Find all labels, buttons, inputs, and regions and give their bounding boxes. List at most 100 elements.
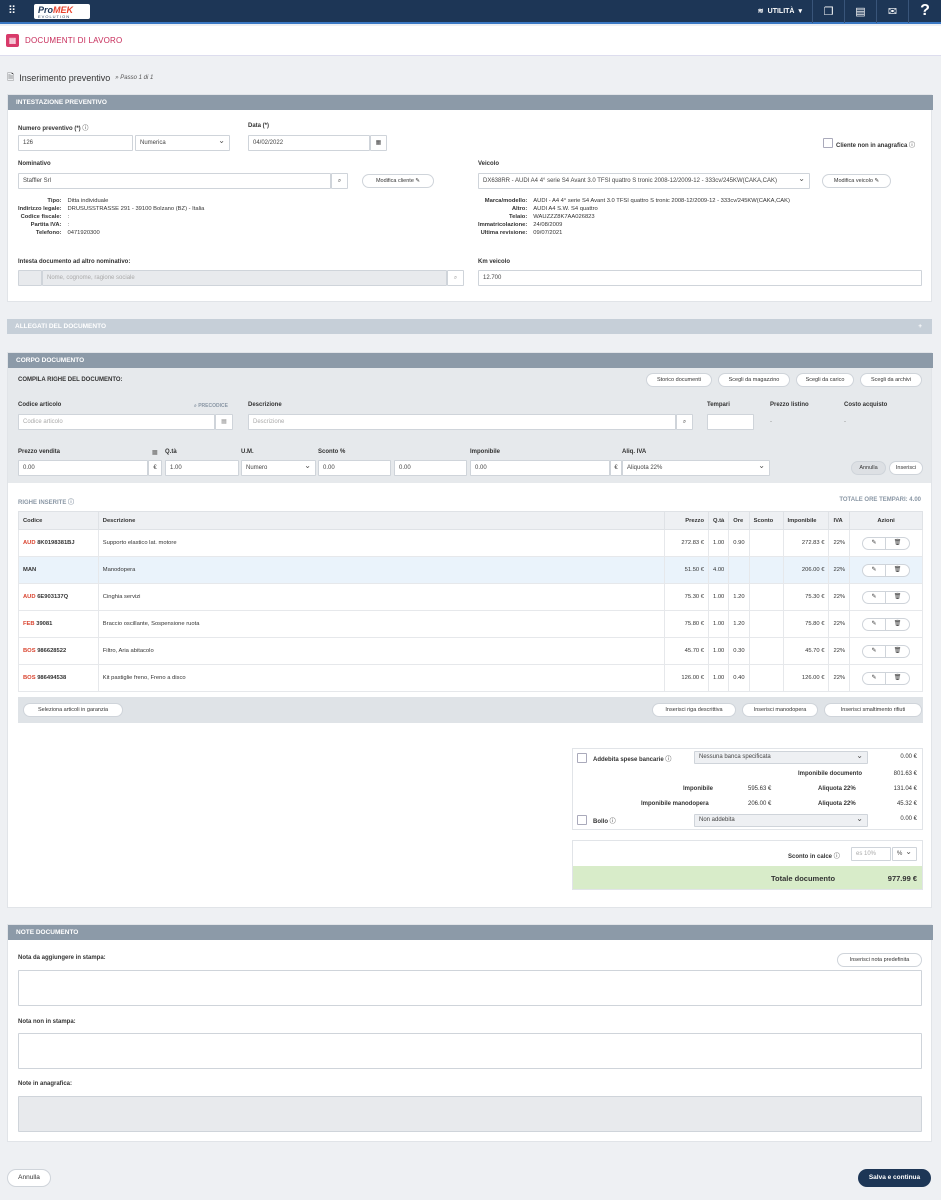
copy-documents-icon[interactable]: ❐ (813, 0, 845, 23)
annulla-button[interactable]: Annulla (7, 1169, 51, 1187)
search-icon[interactable]: ⌕ (676, 414, 693, 430)
table-row[interactable]: FEB 39081 Braccio oscillante, Sospension… (18, 610, 923, 638)
intesta-checkbox-cell[interactable] (18, 270, 42, 286)
nota-predefinita-button[interactable]: Inserisci nota predefinita (837, 953, 922, 967)
data-input[interactable]: 04/02/2022 (248, 135, 370, 151)
nominativo-label: Nominativo (18, 161, 51, 167)
modifica-cliente-button[interactable]: Modifica cliente ✎ (362, 174, 434, 188)
banca-select[interactable]: Nessuna banca specificata (694, 751, 868, 764)
row-desc: Cinghia servizi (97, 583, 666, 611)
search-icon[interactable]: ⌕ (447, 270, 464, 286)
numerazione-select[interactable]: Numerica (135, 135, 230, 151)
numero-label: Numero preventivo (*) ⓘ (18, 126, 89, 132)
edit-icon[interactable]: ✎ (862, 671, 887, 685)
aliq-select[interactable]: Aliquota 22% (622, 460, 770, 476)
trash-icon[interactable]: 🗑 (886, 563, 911, 577)
veicolo-select[interactable]: DX638RR - AUDI A4 4° serie S4 Avant 3.0 … (478, 173, 810, 189)
annulla-riga-button[interactable]: Annulla (851, 461, 886, 475)
top-bar: ⠿ ProMEK EVOLUTION ≋ UTILITÀ ▾ ❐ ▤ ✉ ? (0, 0, 941, 24)
nota-non-stampa-textarea[interactable] (18, 1033, 922, 1069)
edit-icon[interactable]: ✎ (862, 617, 887, 631)
riga-descrittiva-button[interactable]: Inserisci riga descrittiva (652, 703, 736, 717)
garanzia-button[interactable]: Seleziona articoli in garanzia (23, 703, 123, 717)
prezzo-listino-value: - (770, 419, 772, 425)
edit-icon[interactable]: ✎ (862, 590, 887, 604)
promek-logo[interactable]: ProMEK EVOLUTION (34, 3, 90, 19)
plus-icon[interactable]: + (918, 319, 922, 334)
row-iva: 22% (828, 637, 851, 665)
modifica-veicolo-button[interactable]: Modifica veicolo ✎ (822, 174, 891, 188)
table-row[interactable]: AUD 8K0198381BJ Supporto elastico lat. m… (18, 529, 923, 557)
calendar-icon[interactable]: ▦ (370, 135, 387, 151)
tempari-input[interactable] (707, 414, 754, 430)
row-iva: 22% (828, 664, 851, 692)
table-row[interactable]: MAN Manodopera 51.50 € 4.00 206.00 € 22%… (18, 556, 923, 584)
codice-articolo-input[interactable]: Codice articolo (18, 414, 215, 430)
trash-icon[interactable]: 🗑 (886, 644, 911, 658)
row-ore: 0.40 (728, 664, 750, 692)
um-select[interactable]: Numero (241, 460, 316, 476)
sconto-unit-select[interactable]: % (892, 847, 917, 861)
grid-icon[interactable]: ▦ (215, 414, 233, 430)
trash-icon[interactable]: 🗑 (886, 590, 911, 604)
utility-menu[interactable]: ≋ UTILITÀ ▾ (748, 0, 813, 23)
trash-icon[interactable]: 🗑 (886, 536, 911, 550)
row-desc: Manodopera (97, 556, 666, 584)
row-ore: 1.20 (728, 583, 750, 611)
trash-icon[interactable]: 🗑 (886, 617, 911, 631)
trash-icon[interactable]: 🗑 (886, 671, 911, 685)
inserisci-riga-button[interactable]: Inserisci (889, 461, 923, 475)
row-sconto (748, 664, 784, 692)
scegli-archivi-button[interactable]: Scegli da archivi (860, 373, 922, 387)
logo-subtext: EVOLUTION (38, 13, 71, 19)
documents-icon: ▦ (6, 34, 19, 47)
prezzo-vendita-input[interactable]: 0.00 (18, 460, 148, 476)
smaltimento-button[interactable]: Inserisci smaltimento rifiuti (824, 703, 922, 717)
note-header: NOTE DOCUMENTO (8, 925, 933, 940)
row-desc: Supporto elastico lat. motore (97, 529, 666, 557)
numero-input[interactable]: 126 (18, 135, 133, 151)
table-row[interactable]: BOS 986628522 Filtro, Aria abitacolo 45.… (18, 637, 923, 665)
bollo-select[interactable]: Non addebita (694, 814, 868, 827)
scegli-magazzino-button[interactable]: Scegli da magazzino (718, 373, 790, 387)
precodice-link[interactable]: ⌕ PRECODICE (194, 403, 228, 409)
info-icon: ⓘ (68, 500, 75, 506)
nominativo-input[interactable]: Staffler Srl (18, 173, 331, 189)
sconto2-input[interactable]: 0.00 (394, 460, 467, 476)
cliente-non-checkbox[interactable] (823, 138, 833, 148)
allegati-header[interactable]: ALLEGATI DEL DOCUMENTO + (7, 319, 932, 334)
aliq2-value: 45.32 € (896, 801, 917, 807)
qta-input[interactable]: 1.00 (165, 460, 239, 476)
km-input[interactable]: 12.700 (478, 270, 922, 286)
storico-documenti-button[interactable]: Storico documenti (646, 373, 712, 387)
col-imponibile: Imponibile (782, 511, 830, 530)
edit-icon[interactable]: ✎ (862, 563, 887, 577)
bollo-checkbox[interactable] (577, 815, 587, 825)
table-row[interactable]: BOS 986494538 Kit pastiglie freno, Freno… (18, 664, 923, 692)
search-icon[interactable]: ⌕ (331, 173, 348, 189)
descrizione-input[interactable]: Descrizione (248, 414, 676, 430)
help-icon[interactable]: ? (909, 0, 941, 23)
sconto-calce-input[interactable]: es 10% (851, 847, 891, 861)
calculator-icon[interactable]: ▦ (152, 449, 158, 456)
table-row[interactable]: AUD 6E903137Q Cinghia servizi 75.30 € 1.… (18, 583, 923, 611)
row-ore: 0.90 (728, 529, 750, 557)
manodopera-button[interactable]: Inserisci manodopera (742, 703, 818, 717)
bollo-value: 0.00 € (900, 816, 917, 822)
row-iva: 22% (828, 610, 851, 638)
edit-icon[interactable]: ✎ (862, 536, 887, 550)
salva-continua-button[interactable]: Salva e continua (858, 1169, 931, 1187)
imp-doc-label: Imponibile documento (798, 771, 862, 777)
spese-checkbox[interactable] (577, 753, 587, 763)
scegli-carico-button[interactable]: Scegli da carico (796, 373, 854, 387)
edit-icon[interactable]: ✎ (862, 644, 887, 658)
prezzo-listino-label: Prezzo listino (770, 402, 809, 408)
nota-stampa-textarea[interactable] (18, 970, 922, 1006)
sconto1-input[interactable]: 0.00 (318, 460, 391, 476)
id-card-icon[interactable]: ▤ (845, 0, 877, 23)
row-prezzo: 272.83 € (664, 529, 709, 557)
mail-icon[interactable]: ✉ (877, 0, 909, 23)
imponibile-input[interactable]: 0.00 (470, 460, 610, 476)
apps-grid-icon[interactable]: ⠿ (4, 3, 20, 19)
righe-inserite-label: RIGHE INSERITE ⓘ (18, 500, 75, 506)
